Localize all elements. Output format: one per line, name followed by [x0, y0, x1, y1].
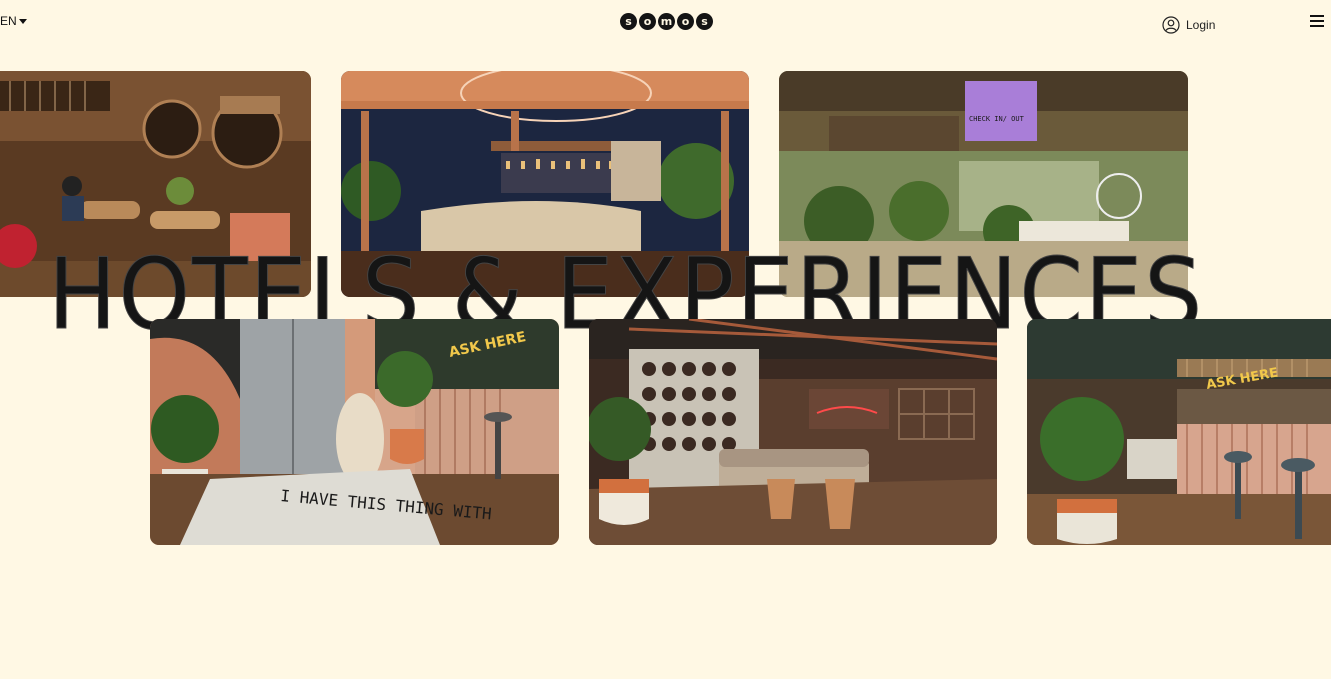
user-icon [1162, 16, 1180, 34]
lounge-photo [589, 319, 997, 545]
language-label: EN [0, 14, 17, 28]
hamburger-menu-icon[interactable] [1310, 15, 1324, 29]
logo-letter: o [639, 13, 656, 30]
logo-letter: s [620, 13, 637, 30]
check-in-sign: CHECK IN/ OUT [969, 115, 1025, 123]
login-button[interactable]: Login [1162, 16, 1215, 34]
language-selector[interactable]: EN [0, 14, 27, 28]
logo-letter: m [658, 13, 675, 30]
logo-letter: o [677, 13, 694, 30]
somos-logo[interactable]: s o m o s [620, 13, 713, 30]
login-label: Login [1186, 18, 1216, 32]
bar-counter-photo: ASK HERE [1027, 319, 1331, 545]
logo-letter: s [696, 13, 713, 30]
elevator-lobby-photo: ASK HERE I HAVE THIS THING WITH [150, 319, 559, 545]
caret-down-icon [18, 19, 27, 24]
